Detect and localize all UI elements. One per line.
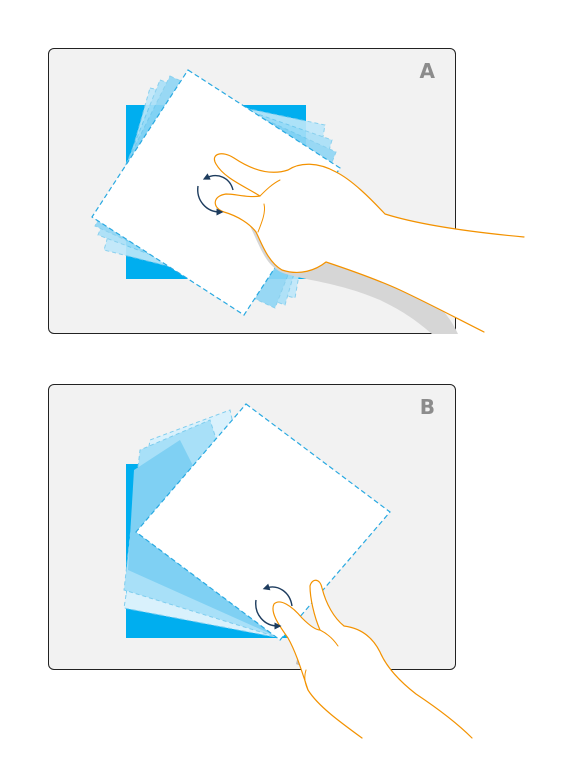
hand-icon (213, 153, 525, 333)
panel-a-illustration (91, 69, 525, 334)
illustration (91, 69, 525, 739)
panel-b-illustration (123, 403, 473, 739)
